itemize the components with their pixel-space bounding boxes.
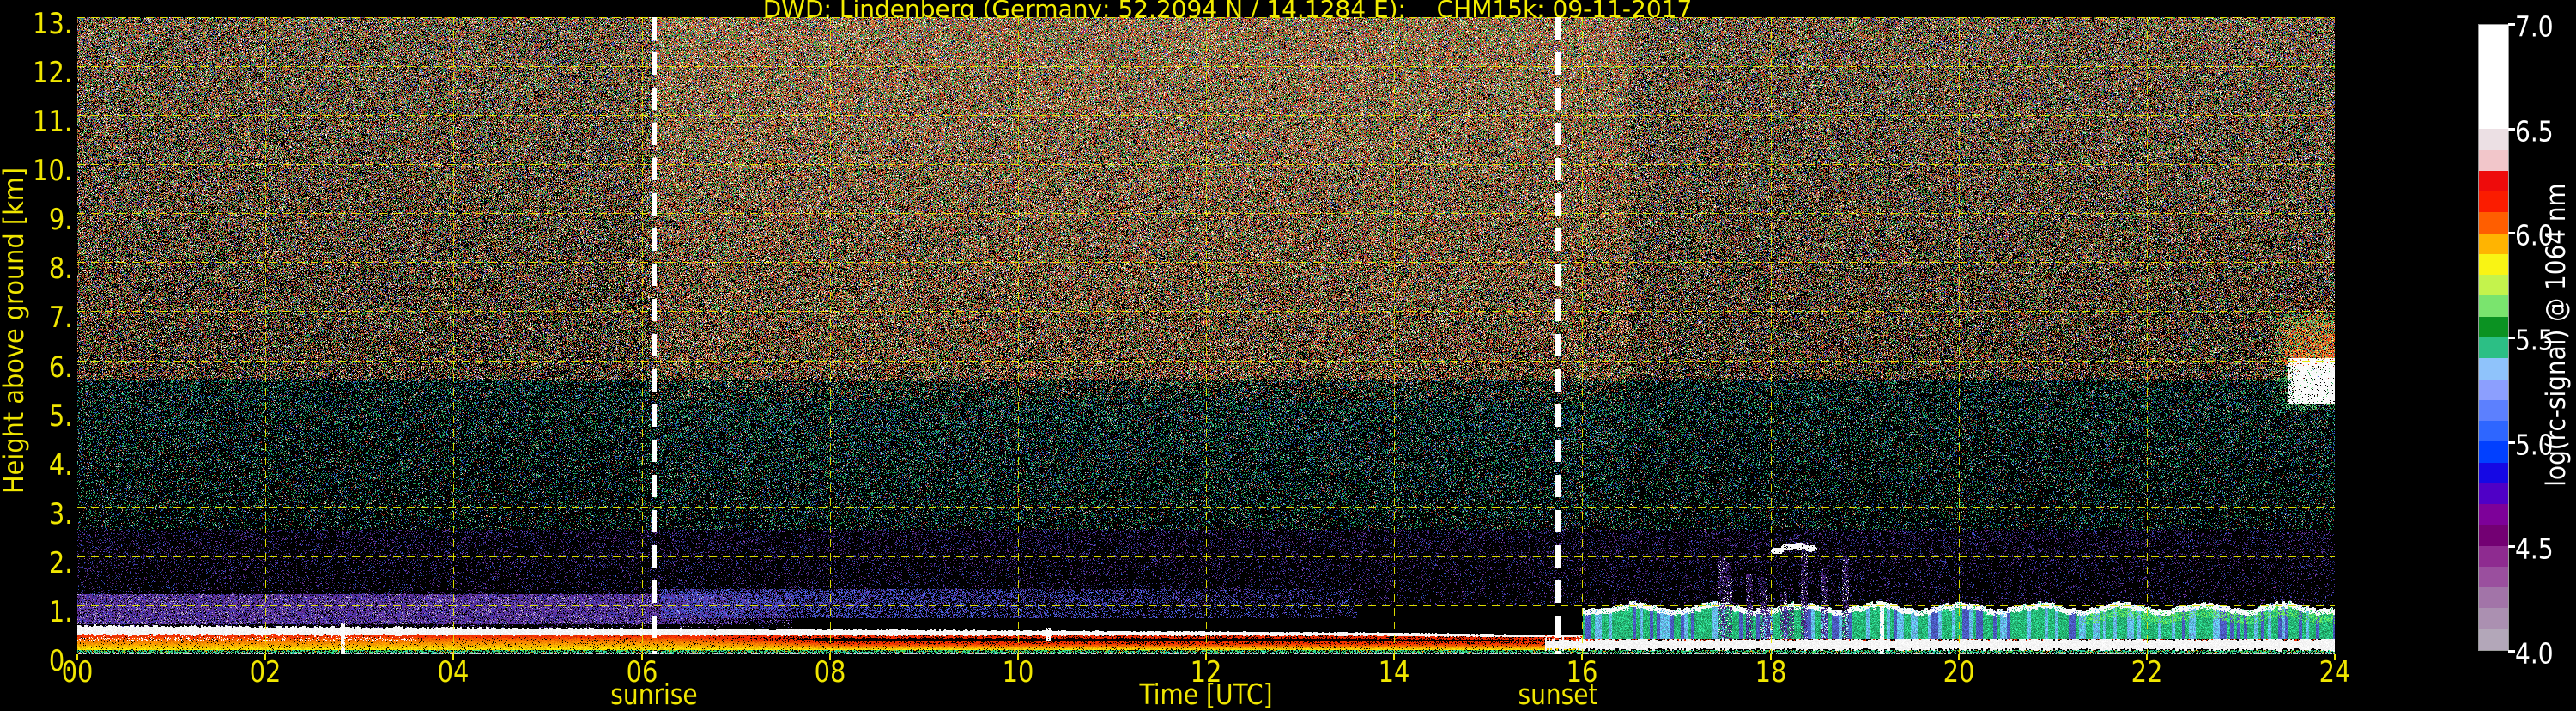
colorbar-band <box>2479 337 2508 358</box>
colorbar-band <box>2479 421 2508 441</box>
colorbar-band <box>2479 317 2508 337</box>
colorbar-band <box>2479 67 2508 88</box>
y-tick-label: 1. <box>48 598 72 627</box>
sun-event-label-sunset: sunset <box>1518 680 1597 708</box>
colorbar-band <box>2479 234 2508 254</box>
x-tick-mark <box>1770 654 1772 660</box>
x-tick-label: 12 <box>1191 658 1222 687</box>
colorbar-band <box>2479 567 2508 587</box>
x-tick-label: 02 <box>250 658 282 687</box>
y-tick-label: 10. <box>33 156 72 185</box>
sun-event-label-sunrise: sunrise <box>610 680 697 708</box>
colorbar-band <box>2479 254 2508 275</box>
colorbar-tick-mark <box>2508 23 2515 26</box>
colorbar-band <box>2479 608 2508 629</box>
colorbar-band <box>2479 212 2508 233</box>
colorbar-band <box>2479 400 2508 421</box>
colorbar-band <box>2479 88 2508 108</box>
colorbar-band <box>2479 483 2508 504</box>
colorbar-tick-mark <box>2508 650 2515 653</box>
x-tick-mark <box>1581 654 1583 660</box>
colorbar-band <box>2479 504 2508 525</box>
ceilometer-quicklook: DWD: Lindenberg (Germany; 52.2094 N / 14… <box>0 0 2576 708</box>
x-tick-mark <box>1205 654 1207 660</box>
y-tick-label: 5. <box>48 402 72 431</box>
colorbar-tick-mark <box>2508 441 2515 444</box>
y-tick-label: 11. <box>33 107 72 137</box>
y-tick-label: 6. <box>48 353 72 382</box>
x-tick-label: 00 <box>62 658 94 687</box>
colorbar-tick-label: 4.0 <box>2515 640 2554 668</box>
x-tick-mark <box>641 654 643 660</box>
colorbar-tick-label: 7.0 <box>2515 13 2554 41</box>
colorbar-band <box>2479 295 2508 316</box>
y-tick-label: 13. <box>33 9 72 39</box>
colorbar-band <box>2479 108 2508 129</box>
x-tick-label: 22 <box>2131 658 2162 687</box>
colorbar-tick-mark <box>2508 232 2515 234</box>
y-tick-label: 4. <box>48 451 72 480</box>
colorbar-band <box>2479 441 2508 462</box>
x-tick-mark <box>1017 654 1019 660</box>
colorbar-tick-label: 4.5 <box>2515 535 2554 563</box>
x-tick-mark <box>264 654 266 660</box>
x-tick-mark <box>1393 654 1395 660</box>
x-tick-label: 14 <box>1379 658 1410 687</box>
colorbar-band <box>2479 150 2508 171</box>
x-tick-mark <box>2146 654 2148 660</box>
y-tick-label: 12. <box>33 58 72 88</box>
x-tick-label: 10 <box>1002 658 1033 687</box>
colorbar-band <box>2479 25 2508 46</box>
colorbar-band <box>2479 587 2508 608</box>
colorbar-label: log(rc-signal) @ 1064 nm <box>2541 165 2572 505</box>
y-tick-label: 3. <box>48 500 72 529</box>
x-tick-mark <box>829 654 831 660</box>
colorbar-band <box>2479 358 2508 379</box>
backscatter-heatmap-canvas <box>77 17 2335 654</box>
y-tick-label: 2. <box>48 549 72 578</box>
y-axis-label: Height above ground [km] <box>0 185 30 494</box>
y-tick-label: 7. <box>48 303 72 332</box>
colorbar <box>2478 24 2509 651</box>
x-tick-label: 04 <box>438 658 470 687</box>
colorbar-band <box>2479 129 2508 149</box>
x-tick-mark <box>1958 654 1960 660</box>
colorbar-tick-label: 6.5 <box>2515 117 2554 145</box>
y-tick-label: 9. <box>48 205 72 234</box>
colorbar-band <box>2479 171 2508 191</box>
colorbar-band <box>2479 275 2508 295</box>
colorbar-tick-mark <box>2508 337 2515 339</box>
x-tick-mark <box>76 654 78 660</box>
colorbar-band <box>2479 380 2508 400</box>
x-tick-mark <box>452 654 454 660</box>
x-tick-label: 20 <box>1943 658 1974 687</box>
colorbar-tick-mark <box>2508 545 2515 548</box>
colorbar-band <box>2479 629 2508 650</box>
colorbar-band <box>2479 546 2508 567</box>
x-tick-label: 24 <box>2319 658 2351 687</box>
x-tick-label: 08 <box>814 658 846 687</box>
colorbar-band <box>2479 46 2508 66</box>
colorbar-band <box>2479 525 2508 545</box>
colorbar-tick-mark <box>2508 128 2515 131</box>
colorbar-band <box>2479 191 2508 212</box>
x-tick-label: 18 <box>1755 658 1786 687</box>
colorbar-band <box>2479 463 2508 483</box>
x-tick-mark <box>2334 654 2336 660</box>
y-tick-label: 8. <box>48 254 72 283</box>
